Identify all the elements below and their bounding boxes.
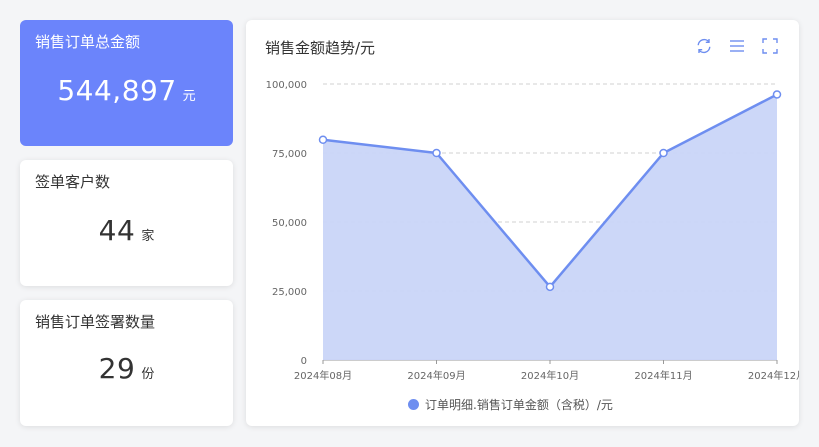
data-point	[772, 90, 782, 99]
y-tick-label: 75,000	[272, 149, 307, 160]
customers-card: 签单客户数 44 家	[20, 160, 233, 286]
customers-value: 44	[98, 214, 136, 247]
total-sales-title: 销售订单总金额	[35, 33, 141, 51]
x-tick-label: 2024年09月	[407, 369, 465, 382]
customers-value-row: 44 家	[20, 214, 233, 247]
y-tick-label: 50,000	[272, 218, 307, 229]
y-tick-label: 0	[301, 356, 307, 367]
total-sales-card: 销售订单总金额 544,897 元	[20, 20, 233, 146]
chart-legend[interactable]: 订单明细.销售订单金额（含税）/元	[408, 396, 613, 413]
orders-unit: 份	[141, 367, 155, 382]
orders-value: 29	[98, 352, 136, 385]
orders-title: 销售订单签署数量	[35, 313, 156, 331]
total-sales-value: 544,897	[57, 74, 177, 107]
y-tick-label: 100,000	[266, 80, 307, 91]
x-tick-label: 2024年08月	[294, 369, 352, 382]
chart-title: 销售金额趋势/元	[265, 39, 376, 57]
menu-icon[interactable]	[728, 37, 746, 55]
x-tick-label: 2024年11月	[634, 369, 692, 382]
customers-title: 签单客户数	[35, 173, 111, 191]
data-point	[318, 135, 328, 145]
data-point	[659, 148, 668, 158]
legend-label: 订单明细.销售订单金额（含税）/元	[425, 398, 613, 412]
sales-trend-chart-card: 0 25,000 50,000 75,000 100,000 2024年08月 2024年0…	[246, 20, 799, 426]
total-sales-unit: 元	[182, 89, 196, 104]
total-sales-value-row: 544,897 元	[20, 74, 233, 107]
data-point	[432, 148, 441, 158]
data-point	[545, 282, 555, 292]
orders-value-row: 29 份	[20, 352, 233, 385]
orders-card: 销售订单签署数量 29 份	[20, 300, 233, 426]
y-tick-label: 25,000	[272, 287, 307, 298]
x-tick-label: 2024年10月	[521, 369, 579, 382]
fullscreen-icon[interactable]	[761, 37, 779, 55]
series-area	[323, 94, 777, 360]
customers-unit: 家	[141, 229, 155, 244]
refresh-icon[interactable]	[695, 37, 713, 55]
sales-trend-chart: 0 25,000 50,000 75,000 100,000 2024年08月 2024年0…	[266, 80, 799, 382]
legend-marker	[408, 399, 419, 410]
x-tick-label: 2024年12月	[748, 369, 799, 382]
